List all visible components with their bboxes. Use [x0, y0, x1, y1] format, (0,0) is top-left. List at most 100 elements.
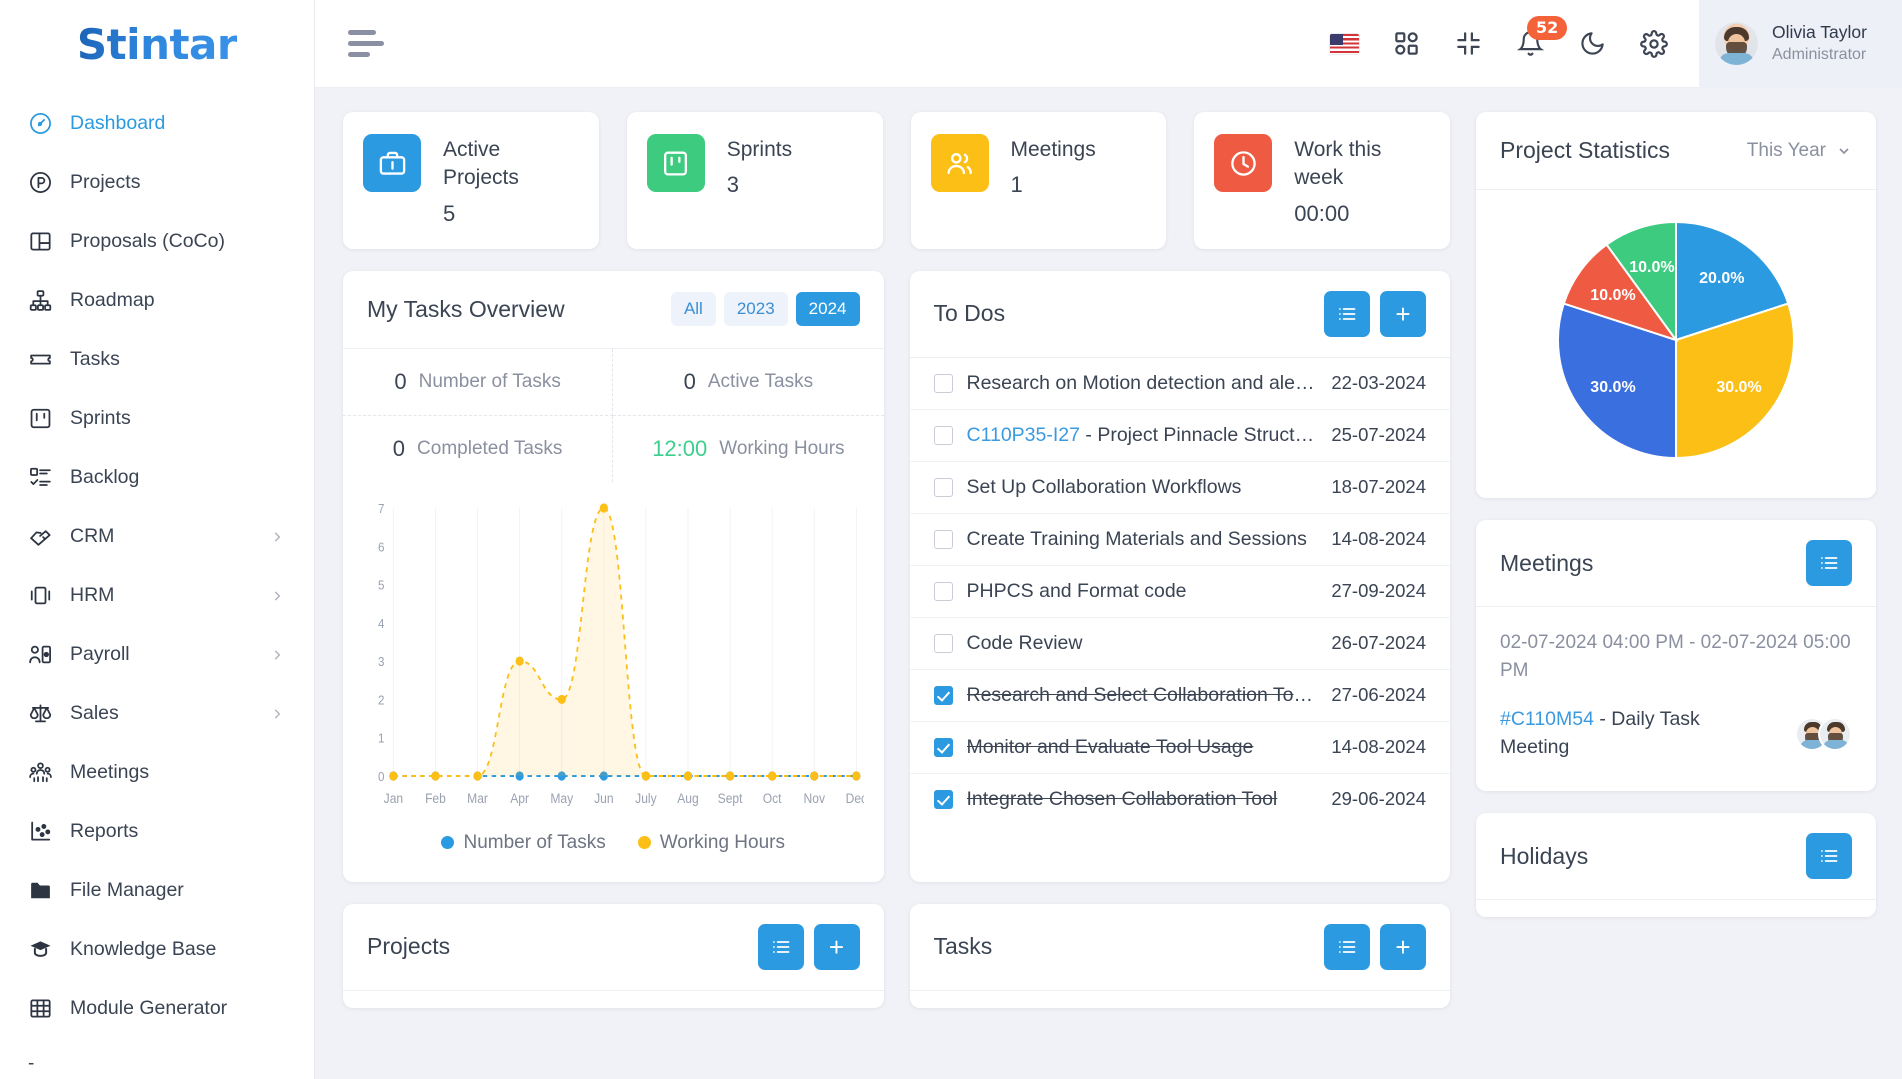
meeting-code[interactable]: #C110M54 [1500, 708, 1594, 730]
sidebar-item-crm[interactable]: CRM [0, 507, 314, 566]
sidebar-item-projects[interactable]: Projects [0, 153, 314, 212]
sidebar-item-knowledge-base[interactable]: Knowledge Base [0, 920, 314, 979]
hierarchy-icon [28, 288, 53, 313]
svg-text:7: 7 [378, 501, 385, 516]
todo-item[interactable]: Create Training Materials and Sessions 14… [909, 514, 1450, 566]
language-selector[interactable] [1329, 29, 1359, 59]
sidebar-item-reports[interactable]: Reports [0, 802, 314, 861]
todo-item[interactable]: Integrate Chosen Collaboration Tool 29-06… [910, 774, 1451, 825]
holidays-list-button[interactable] [1806, 833, 1852, 880]
sidebar-item-payroll[interactable]: Payroll [0, 625, 314, 684]
sidebar-item-label: Dashboard [70, 112, 166, 134]
sidebar-item-meetings[interactable]: Meetings [0, 743, 314, 802]
sidebar-item-dashboard[interactable]: Dashboard [0, 94, 314, 153]
todo-item[interactable]: PHPCS and Format code 27-09-2024 [909, 566, 1450, 618]
todo-item[interactable]: Research and Select Collaboration Tools 2… [909, 670, 1450, 722]
todo-checkbox[interactable] [933, 581, 953, 601]
meetings-body: 02-07-2024 04:00 PM - 02-07-2024 05:00 P… [1476, 607, 1876, 791]
todo-checkbox[interactable] [933, 425, 953, 445]
todo-code[interactable]: C110P35-I27 [967, 424, 1080, 446]
holidays-panel: Holidays [1476, 813, 1876, 918]
todo-text: Code Review [966, 631, 1083, 654]
stat-card-title: Sprints [726, 138, 793, 161]
todo-text: Set Up Collaboration Workflows [966, 475, 1242, 498]
sidebar-item-label: HRM [70, 584, 115, 606]
notifications-bell-icon[interactable]: 52 [1515, 15, 1568, 59]
gear-icon[interactable] [1639, 29, 1669, 59]
todo-text: Research and Select Collaboration Tools [966, 683, 1318, 706]
todo-checkbox[interactable] [933, 633, 953, 653]
todo-checkbox[interactable] [933, 373, 953, 393]
sidebar-item-roadmap[interactable]: Roadmap [0, 271, 314, 330]
sidebar-item-sprints[interactable]: Sprints [0, 389, 314, 448]
sidebar-item-module-generator[interactable]: Module Generator [0, 979, 314, 1038]
sidebar-item-backlog[interactable]: Backlog [0, 448, 314, 507]
todo-date: 14-08-2024 [1331, 528, 1426, 550]
todo-text: PHPCS and Format code [966, 579, 1187, 602]
sidebar-item-file-manager[interactable]: File Manager [0, 861, 314, 920]
stat-card-active-projects[interactable]: Active Projects 5 [343, 112, 599, 249]
svg-text:0: 0 [378, 769, 385, 784]
briefcase-icon [363, 134, 421, 192]
sidebar-item-label: Knowledge Base [70, 938, 217, 960]
todo-checkbox[interactable] [933, 477, 953, 497]
todo-item[interactable]: Code Review 26-07-2024 [909, 618, 1450, 670]
user-profile[interactable]: Olivia Taylor Administrator [1699, 0, 1902, 88]
overview-cell-number-of-tasks: 0 Number of Tasks [343, 348, 614, 416]
legend-item[interactable]: Number of Tasks [441, 832, 606, 854]
brand-logo[interactable]: Stintar [0, 0, 314, 88]
statistics-range-dropdown[interactable]: This Year [1747, 140, 1852, 162]
todos-list-button[interactable] [1324, 290, 1370, 337]
meetings-list-button[interactable] [1806, 540, 1852, 586]
stat-card-work-this-week[interactable]: Work this week 00:00 [1194, 112, 1450, 249]
apps-grid-icon[interactable] [1391, 29, 1421, 59]
tasks-list-button[interactable] [1324, 923, 1370, 970]
legend-item[interactable]: Working Hours [637, 832, 785, 854]
sidebar-item-label: Tasks [70, 348, 120, 370]
todo-text: Monitor and Evaluate Tool Usage [966, 735, 1254, 758]
todo-date: 22-03-2024 [1331, 372, 1426, 394]
meeting-attendees[interactable] [1795, 716, 1852, 751]
sidebar-item-tasks[interactable]: Tasks [0, 330, 314, 389]
todo-checkbox[interactable] [933, 529, 953, 549]
sidebar-item-label: Module Generator [70, 997, 228, 1019]
todo-label: Set Up Collaboration Workflows [967, 476, 1318, 499]
todo-date: 26-07-2024 [1331, 632, 1426, 654]
dashboard-content: Active Projects 5 Sprints 3 Meetings 1 Work th… [315, 88, 1902, 1079]
sidebar-item-proposals-coco[interactable]: Proposals (CoCo) [0, 212, 314, 271]
year-filter-2023[interactable]: 2023 [723, 292, 788, 327]
todo-item[interactable]: C110P35-I27 - Project Pinnacle Structure… [909, 410, 1450, 462]
sidebar-item-label: Backlog [70, 466, 140, 488]
sidebar-item-hrm[interactable]: HRM [0, 566, 314, 625]
layout-panel-icon [28, 229, 53, 254]
tasks-add-button[interactable]: + [1380, 923, 1426, 970]
stat-card-sprints[interactable]: Sprints 3 [626, 112, 883, 249]
dark-mode-moon-icon[interactable] [1577, 29, 1607, 59]
stat-card-title: Meetings [1010, 138, 1096, 161]
year-filter-2024[interactable]: 2024 [795, 292, 860, 327]
todo-checkbox[interactable] [933, 789, 953, 809]
stat-card-meetings[interactable]: Meetings 1 [910, 112, 1167, 249]
todo-item[interactable]: Research on Motion detection and alerts.… [909, 358, 1450, 410]
chevron-right-icon [274, 649, 281, 660]
topbar-icons: 52 [1329, 15, 1699, 59]
collapse-screen-icon[interactable] [1453, 29, 1483, 59]
chevron-down-icon [1839, 147, 1849, 154]
svg-text:Nov: Nov [804, 790, 826, 806]
todo-checkbox[interactable] [933, 737, 953, 757]
tasks-actions: + [1324, 923, 1426, 970]
todo-checkbox[interactable] [933, 685, 953, 705]
todos-add-button[interactable]: + [1380, 290, 1426, 337]
sidebar-item-sales[interactable]: Sales [0, 684, 314, 743]
projects-list-button[interactable] [757, 923, 804, 970]
year-filter-all[interactable]: All [670, 292, 716, 327]
todo-item[interactable]: Monitor and Evaluate Tool Usage 14-08-202… [909, 722, 1450, 774]
meeting-row[interactable]: #C110M54 - Daily Task Meeting [1500, 706, 1852, 761]
svg-text:Dec: Dec [846, 790, 864, 806]
sidebar-item-truncated[interactable]: - [0, 1053, 314, 1079]
overview-stats-grid: 0 Number of Tasks 0 Active Tasks 0 Completed … [343, 348, 884, 482]
projects-add-button[interactable]: + [813, 923, 860, 970]
todo-item[interactable]: Set Up Collaboration Workflows 18-07-2024 [909, 462, 1450, 514]
menu-toggle-icon[interactable] [348, 30, 384, 57]
projects-actions: + [757, 923, 860, 970]
